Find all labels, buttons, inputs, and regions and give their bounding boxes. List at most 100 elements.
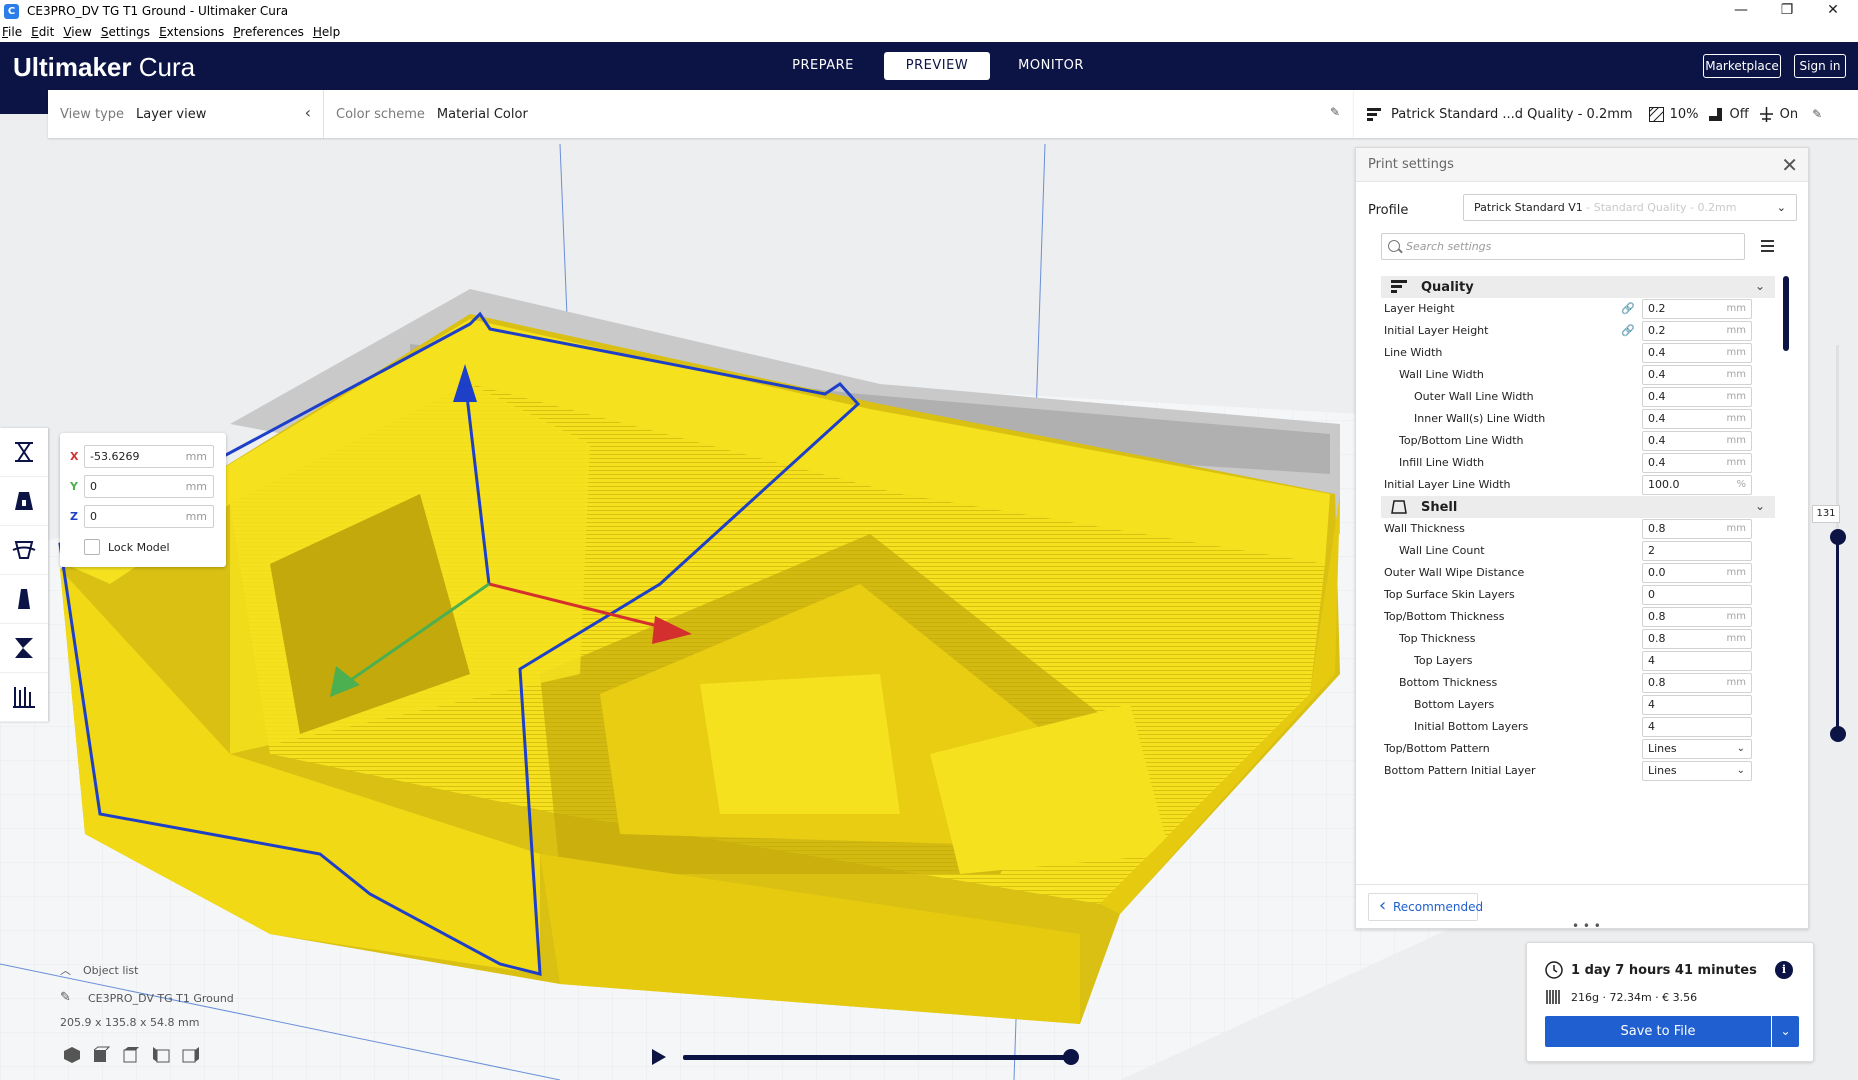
search-icon bbox=[1388, 240, 1400, 252]
per-model-settings-tool[interactable] bbox=[0, 624, 48, 673]
close-icon[interactable]: ✕ bbox=[1781, 153, 1798, 177]
layer-number-input[interactable]: 131 bbox=[1812, 505, 1840, 523]
setting-value-input[interactable]: 0.8 mm bbox=[1642, 673, 1752, 693]
setting-value-input[interactable]: 100.0% bbox=[1642, 475, 1752, 495]
tab-monitor[interactable]: MONITOR bbox=[998, 52, 1104, 80]
menu-settings[interactable]: Settings bbox=[101, 25, 150, 39]
setting-value-input[interactable]: 4 bbox=[1642, 717, 1752, 737]
recommended-button[interactable]: Recommended bbox=[1368, 893, 1483, 921]
setting-value-input[interactable]: 0.4 mm bbox=[1642, 453, 1752, 473]
object-list-toggle[interactable]: ︿ Object list bbox=[60, 962, 138, 978]
setting-value-input[interactable]: 0.0 mm bbox=[1642, 563, 1752, 583]
layer-slider-upper-handle[interactable] bbox=[1830, 529, 1846, 545]
scale-tool[interactable] bbox=[0, 477, 48, 526]
setting-value-input[interactable]: 0.2 mm bbox=[1642, 299, 1752, 319]
output-device-dropdown[interactable]: ⌄ bbox=[1772, 1016, 1799, 1047]
play-simulation-button[interactable] bbox=[652, 1049, 666, 1065]
left-view-icon[interactable] bbox=[152, 1046, 170, 1064]
layer-slider-lower-handle[interactable] bbox=[1830, 726, 1846, 742]
setting-value-input[interactable]: 0.8 mm bbox=[1642, 629, 1752, 649]
setting-value-input[interactable]: 0 bbox=[1642, 585, 1752, 605]
marketplace-button[interactable]: Marketplace bbox=[1703, 54, 1781, 78]
material-estimate: 216g · 72.34m · € 3.56 bbox=[1571, 991, 1698, 1004]
x-position-input[interactable]: -53.6269 mm bbox=[84, 445, 214, 468]
tab-preview[interactable]: PREVIEW bbox=[884, 52, 990, 80]
view-type-label: View type bbox=[60, 106, 125, 122]
chevron-down-icon: ⌄ bbox=[1736, 765, 1745, 776]
setting-value-input[interactable]: Lines ⌄ bbox=[1642, 761, 1752, 781]
setting-value-input[interactable]: 4 bbox=[1642, 695, 1752, 715]
settings-visibility-menu-icon[interactable] bbox=[1761, 240, 1774, 252]
setting-value-input[interactable]: 0.4 mm bbox=[1642, 343, 1752, 363]
search-settings-input[interactable]: Search settings bbox=[1381, 233, 1745, 260]
menu-extensions[interactable]: Extensions bbox=[159, 25, 224, 39]
path-slider-handle[interactable] bbox=[1063, 1049, 1079, 1065]
close-window-button[interactable]: ✕ bbox=[1810, 0, 1856, 22]
menu-help[interactable]: Help bbox=[313, 25, 340, 39]
setting-value-input[interactable]: 0.8 mm bbox=[1642, 607, 1752, 627]
lock-model-checkbox[interactable] bbox=[84, 539, 100, 555]
summary-support: Off bbox=[1729, 106, 1749, 122]
summary-adhesion: On bbox=[1779, 106, 1799, 122]
settings-list: Quality ⌄ Layer Height 🔗 0.2 mm Initial Laye… bbox=[1356, 276, 1796, 874]
setting-initial-bottom-layers: Initial Bottom Layers 4 bbox=[1356, 716, 1796, 738]
shell-icon bbox=[1391, 500, 1407, 514]
menu-view[interactable]: View bbox=[63, 25, 91, 39]
3d-view-icon[interactable] bbox=[63, 1046, 81, 1064]
drag-handle-icon[interactable]: • • • bbox=[1572, 919, 1601, 933]
z-position-input[interactable]: 0 mm bbox=[84, 505, 214, 528]
menu-file[interactable]: File bbox=[2, 25, 22, 39]
linked-setting-icon[interactable]: 🔗 bbox=[1621, 324, 1635, 337]
minimize-button[interactable]: — bbox=[1718, 0, 1764, 22]
setting-value-input[interactable]: 0.8 mm bbox=[1642, 519, 1752, 539]
rotate-tool[interactable] bbox=[0, 526, 48, 575]
maximize-button[interactable]: ❐ bbox=[1764, 0, 1810, 22]
menu-bar: File Edit View Settings Extensions Prefe… bbox=[0, 22, 1858, 42]
setting-value-input[interactable]: 0.4 mm bbox=[1642, 365, 1752, 385]
setting-label: Top/Bottom Pattern bbox=[1384, 742, 1490, 755]
info-icon[interactable]: i bbox=[1775, 961, 1793, 979]
print-setup-summary[interactable]: Patrick Standard ...d Quality - 0.2mm 10… bbox=[1354, 90, 1858, 138]
move-tool[interactable] bbox=[0, 428, 48, 477]
setting-wall-thickness: Wall Thickness 0.8 mm bbox=[1356, 518, 1796, 540]
category-quality[interactable]: Quality ⌄ bbox=[1381, 276, 1775, 298]
summary-profile: Patrick Standard ...d Quality - 0.2mm bbox=[1391, 106, 1633, 122]
linked-setting-icon[interactable]: 🔗 bbox=[1621, 302, 1635, 315]
setting-label: Top/Bottom Line Width bbox=[1399, 434, 1524, 447]
sign-in-button[interactable]: Sign in bbox=[1794, 54, 1846, 78]
setting-label: Bottom Thickness bbox=[1399, 676, 1498, 689]
setting-value-input[interactable]: 4 bbox=[1642, 651, 1752, 671]
layer-slider-track[interactable] bbox=[1836, 536, 1839, 734]
color-scheme-selector[interactable]: Color scheme Material Color ✎ bbox=[324, 90, 1354, 138]
mirror-tool[interactable] bbox=[0, 575, 48, 624]
setting-value-input[interactable]: 0.4 mm bbox=[1642, 409, 1752, 429]
setting-value-input[interactable]: 0.4 mm bbox=[1642, 431, 1752, 451]
print-estimate-panel: 1 day 7 hours 41 minutes 216g · 72.34m ·… bbox=[1526, 942, 1814, 1062]
per-model-settings-icon bbox=[15, 638, 33, 658]
setting-value-input[interactable]: 0.4 mm bbox=[1642, 387, 1752, 407]
top-view-icon[interactable] bbox=[122, 1046, 140, 1064]
support-blocker-tool[interactable] bbox=[0, 673, 48, 722]
pencil-icon[interactable]: ✎ bbox=[60, 990, 71, 1005]
menu-edit[interactable]: Edit bbox=[31, 25, 54, 39]
save-to-file-button[interactable]: Save to File bbox=[1545, 1016, 1771, 1047]
right-view-icon[interactable] bbox=[182, 1046, 200, 1064]
menu-preferences[interactable]: Preferences bbox=[233, 25, 304, 39]
edit-pencil-icon[interactable]: ✎ bbox=[1812, 107, 1822, 121]
path-slider-track[interactable] bbox=[683, 1055, 1070, 1060]
chevron-down-icon: ⌄ bbox=[1780, 1024, 1791, 1038]
settings-scrollbar[interactable] bbox=[1783, 276, 1789, 874]
chevron-left-icon[interactable]: ‹ bbox=[305, 103, 311, 122]
setting-value-input[interactable]: Lines ⌄ bbox=[1642, 739, 1752, 759]
front-view-icon[interactable] bbox=[92, 1046, 110, 1064]
category-shell[interactable]: Shell ⌄ bbox=[1381, 496, 1775, 518]
pencil-icon[interactable]: ✎ bbox=[1330, 105, 1340, 119]
setting-value-input[interactable]: 2 bbox=[1642, 541, 1752, 561]
view-type-selector[interactable]: View type Layer view ‹ bbox=[48, 90, 324, 138]
setting-value-input[interactable]: 0.2 mm bbox=[1642, 321, 1752, 341]
y-position-input[interactable]: 0 mm bbox=[84, 475, 214, 498]
tab-prepare[interactable]: PREPARE bbox=[770, 52, 876, 80]
setting-infill-line-width: Infill Line Width 0.4 mm bbox=[1356, 452, 1796, 474]
profile-dropdown[interactable]: Patrick Standard V1 - Standard Quality -… bbox=[1463, 194, 1797, 221]
window-title: CE3PRO_DV TG T1 Ground - Ultimaker Cura bbox=[27, 4, 289, 18]
